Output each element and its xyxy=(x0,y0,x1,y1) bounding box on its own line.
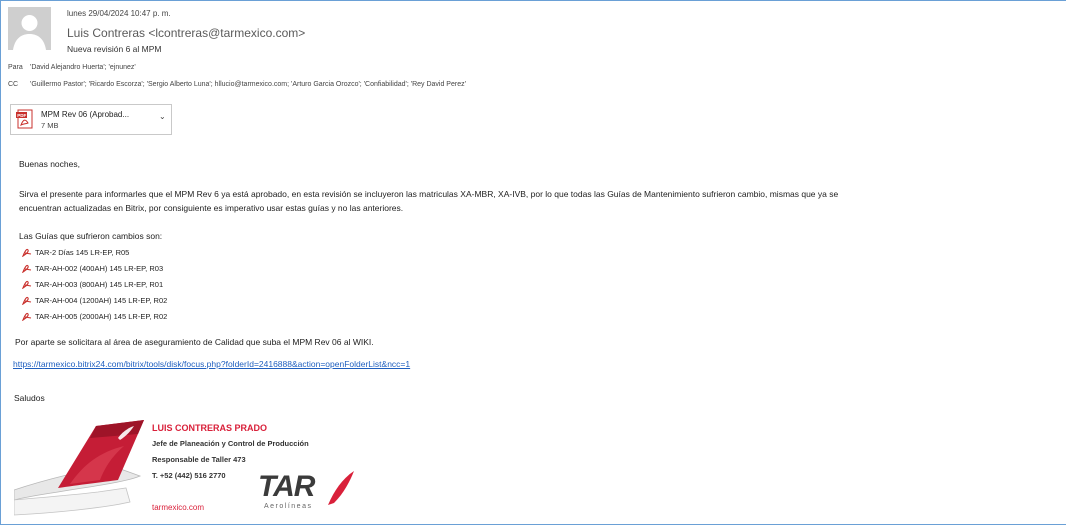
logo-subtitle: Aerolíneas xyxy=(264,503,313,510)
guides-intro: Las Guías que sufrieron cambios son: xyxy=(19,231,163,241)
cc-recipients: CC 'Guillermo Pastor'; 'Ricardo Escorza';… xyxy=(8,81,466,88)
attachment-size: 7 MB xyxy=(41,121,59,130)
pdf-icon: PDF xyxy=(16,109,36,134)
guide-label: TAR-AH-004 (1200AH) 145 LR-EP, R02 xyxy=(35,296,168,305)
person-silhouette-icon xyxy=(8,7,51,50)
sender-name[interactable]: Luis Contreras <lcontreras@tarmexico.com… xyxy=(67,26,305,40)
svg-text:PDF: PDF xyxy=(17,113,26,118)
to-list[interactable]: 'David Alejandro Huerta'; 'ejnunez' xyxy=(30,64,136,71)
greeting: Buenas noches, xyxy=(19,159,80,169)
pdf-icon xyxy=(21,280,32,290)
guide-label: TAR-2 Días 145 LR-EP, R05 xyxy=(35,248,130,257)
cc-label: CC xyxy=(8,81,19,88)
leaf-mark-icon xyxy=(328,471,354,505)
attachment-name: MPM Rev 06 (Aprobad... xyxy=(41,110,130,119)
guide-item[interactable]: TAR-AH-005 (2000AH) 145 LR-EP, R02 xyxy=(21,310,168,322)
to-label: Para xyxy=(8,64,23,71)
paragraph-1-line-1: Sirva el presente para informarles que e… xyxy=(19,189,839,199)
to-recipients: Para 'David Alejandro Huerta'; 'ejnunez' xyxy=(8,64,136,71)
airplane-tail-logo xyxy=(13,418,146,521)
closing: Saludos xyxy=(14,393,45,403)
paragraph-2: Por aparte se solicitara al área de aseg… xyxy=(15,337,374,347)
signature-website[interactable]: tarmexico.com xyxy=(152,503,204,512)
logo-text: TAR xyxy=(258,470,315,503)
sender-avatar xyxy=(8,7,51,50)
email-subject: Nueva revisión 6 al MPM xyxy=(67,44,162,54)
sent-date: lunes 29/04/2024 10:47 p. m. xyxy=(67,9,171,18)
signature-phone: T. +52 (442) 516 2770 xyxy=(152,471,226,480)
guide-item[interactable]: TAR-AH-002 (400AH) 145 LR-EP, R03 xyxy=(21,262,164,274)
signature-name: LUIS CONTRERAS PRADO xyxy=(152,423,268,433)
guide-item[interactable]: TAR-AH-004 (1200AH) 145 LR-EP, R02 xyxy=(21,294,168,306)
pdf-icon xyxy=(21,264,32,274)
pdf-icon xyxy=(21,248,32,258)
guide-label: TAR-AH-005 (2000AH) 145 LR-EP, R02 xyxy=(35,312,168,321)
pdf-icon xyxy=(21,296,32,306)
chevron-down-icon[interactable]: ⌄ xyxy=(159,112,166,121)
attachment-card[interactable]: PDF MPM Rev 06 (Aprobad... 7 MB ⌄ xyxy=(10,104,172,135)
pdf-icon xyxy=(21,312,32,322)
signature-role: Jefe de Planeación y Control de Producci… xyxy=(152,439,309,448)
guide-item[interactable]: TAR-AH-003 (800AH) 145 LR-EP, R01 xyxy=(21,278,164,290)
guide-label: TAR-AH-002 (400AH) 145 LR-EP, R03 xyxy=(35,264,164,273)
paragraph-1-line-2: encuentran actualizadas en Bitrix, por c… xyxy=(19,203,404,213)
guide-item[interactable]: TAR-2 Días 145 LR-EP, R05 xyxy=(21,246,130,258)
guide-label: TAR-AH-003 (800AH) 145 LR-EP, R01 xyxy=(35,280,164,289)
cc-list[interactable]: 'Guillermo Pastor'; 'Ricardo Escorza'; '… xyxy=(30,81,466,88)
signature-cert: Responsable de Taller 473 xyxy=(152,455,246,464)
bitrix-folder-link[interactable]: https://tarmexico.bitrix24.com/bitrix/to… xyxy=(13,359,410,369)
